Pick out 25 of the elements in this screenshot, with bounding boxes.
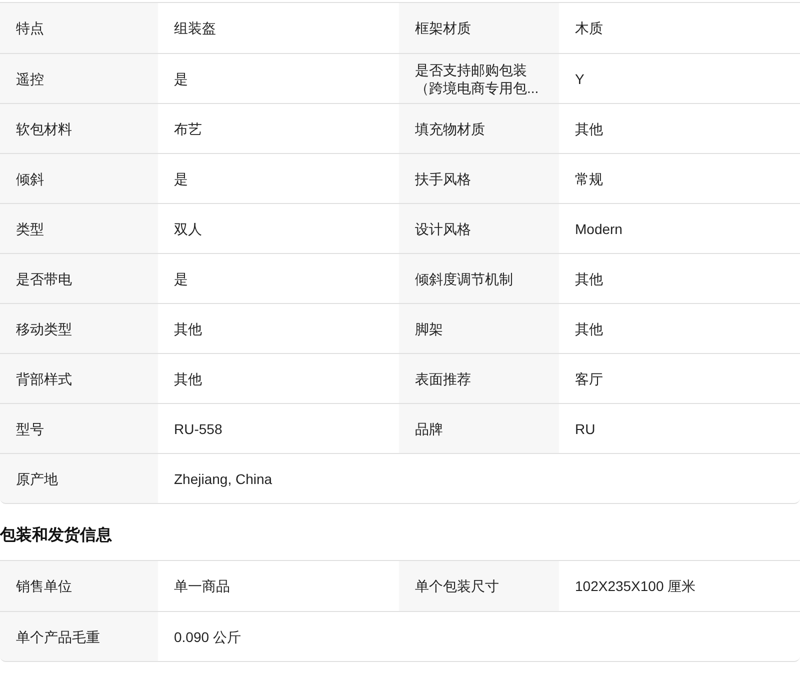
attribute-value: 0.090 公斤 — [158, 611, 800, 661]
section-heading: 包装和发货信息 — [0, 526, 113, 546]
attribute-label: 移动类型 — [0, 303, 158, 353]
attribute-label: 单个包装尺寸 — [399, 561, 559, 611]
attribute-label: 特点 — [0, 3, 158, 53]
attribute-value: Zhejiang, China — [158, 453, 800, 503]
attribute-label: 倾斜 — [0, 153, 158, 203]
attribute-label: 表面推荐 — [399, 353, 559, 403]
attribute-label: 单个产品毛重 — [0, 611, 158, 661]
attribute-label: 背部样式 — [0, 353, 158, 403]
attribute-label: 遥控 — [0, 53, 158, 103]
attribute-label: 原产地 — [0, 453, 158, 503]
attribute-label: 品牌 — [399, 403, 559, 453]
attribute-label: 倾斜度调节机制 — [399, 253, 559, 303]
attribute-label: 扶手风格 — [399, 153, 559, 203]
attribute-label: 销售单位 — [0, 561, 158, 611]
attribute-label: 软包材料 — [0, 103, 158, 153]
attribute-label: 设计风格 — [399, 203, 559, 253]
attribute-label: 型号 — [0, 403, 158, 453]
attribute-label: 是否带电 — [0, 253, 158, 303]
attribute-label: 类型 — [0, 203, 158, 253]
attribute-label: 是否支持邮购包装（跨境电商专用包... — [399, 53, 559, 103]
attribute-label: 填充物材质 — [399, 103, 559, 153]
attribute-label: 框架材质 — [399, 3, 559, 53]
attribute-label: 脚架 — [399, 303, 559, 353]
